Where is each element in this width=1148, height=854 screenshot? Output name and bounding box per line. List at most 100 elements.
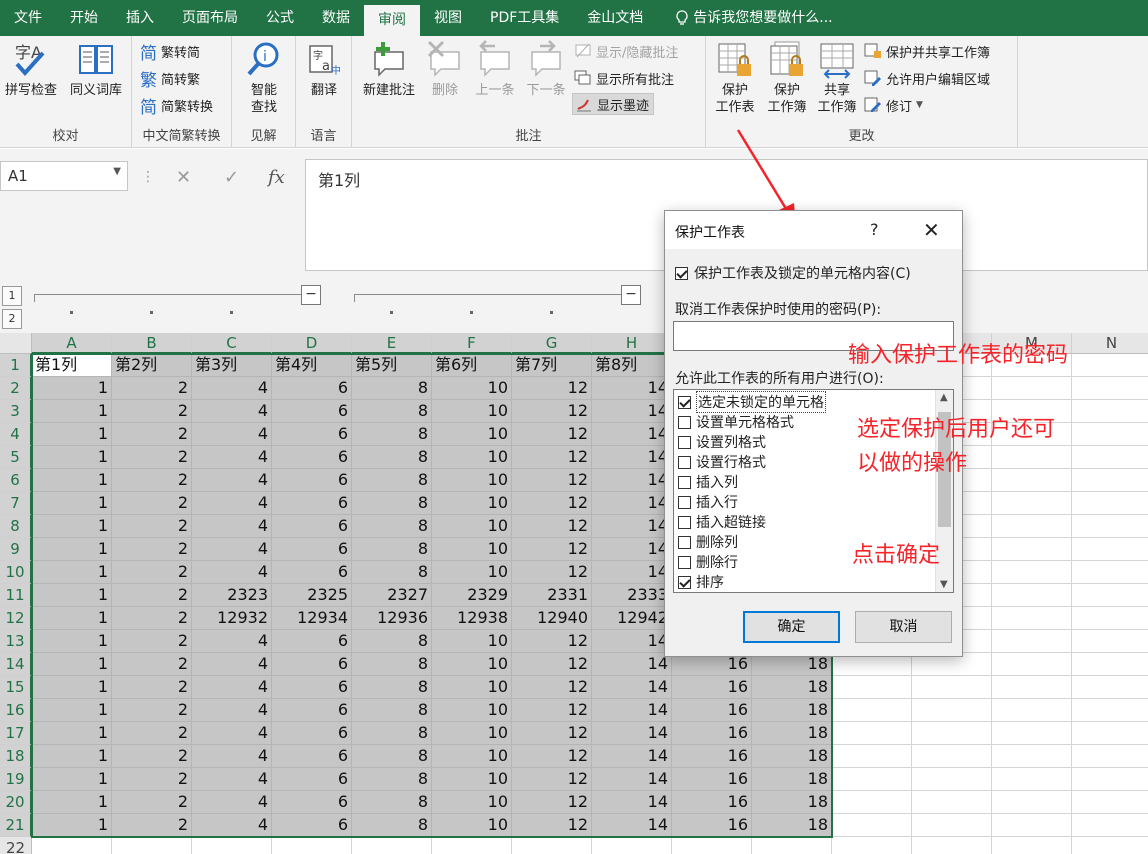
- cell-e21[interactable]: 8: [352, 814, 432, 837]
- cell-d4[interactable]: 6: [272, 423, 352, 446]
- track-changes-button[interactable]: 修订 ▼: [864, 94, 923, 116]
- cell-f13[interactable]: 10: [432, 630, 512, 653]
- new-comment-button[interactable]: 新建批注: [356, 40, 422, 99]
- cell-n9[interactable]: [1072, 538, 1148, 561]
- simp-to-trad-button[interactable]: 繁 简转繁: [140, 67, 200, 91]
- thesaurus-button[interactable]: 同义词库: [64, 40, 128, 99]
- cell-c10[interactable]: 4: [192, 561, 272, 584]
- cell-h14[interactable]: 14: [592, 653, 672, 676]
- outline-collapse-button-2[interactable]: −: [621, 285, 641, 305]
- cell-m12[interactable]: [992, 607, 1072, 630]
- cell-b19[interactable]: 2: [112, 768, 192, 791]
- row-header-17[interactable]: 17: [0, 722, 32, 745]
- cell-h2[interactable]: 14: [592, 377, 672, 400]
- cell-f2[interactable]: 10: [432, 377, 512, 400]
- checkbox-unchecked-icon[interactable]: [678, 515, 691, 529]
- checkbox-checked-icon[interactable]: [678, 575, 691, 589]
- cell-b2[interactable]: 2: [112, 377, 192, 400]
- permission-option[interactable]: 排序: [678, 572, 724, 592]
- cell-d18[interactable]: 6: [272, 745, 352, 768]
- outline-level-1-button[interactable]: 1: [2, 286, 22, 306]
- cell-a7[interactable]: 1: [32, 492, 112, 515]
- cell-g8[interactable]: 12: [512, 515, 592, 538]
- cell-f12[interactable]: 12938: [432, 607, 512, 630]
- cell-l15[interactable]: [912, 676, 992, 699]
- cell-g2[interactable]: 12: [512, 377, 592, 400]
- cell-d15[interactable]: 6: [272, 676, 352, 699]
- cell-h7[interactable]: 14: [592, 492, 672, 515]
- row-header-1[interactable]: 1: [0, 354, 32, 377]
- cell-n20[interactable]: [1072, 791, 1148, 814]
- cell-a17[interactable]: 1: [32, 722, 112, 745]
- cell-c2[interactable]: 4: [192, 377, 272, 400]
- tab-insert[interactable]: 插入: [112, 0, 168, 36]
- permission-option[interactable]: 插入超链接: [678, 512, 766, 532]
- column-header-n[interactable]: N: [1072, 333, 1148, 354]
- cell-g17[interactable]: 12: [512, 722, 592, 745]
- cell-n2[interactable]: [1072, 377, 1148, 400]
- close-button[interactable]: ✕: [923, 218, 940, 242]
- cell-e15[interactable]: 8: [352, 676, 432, 699]
- cell-b14[interactable]: 2: [112, 653, 192, 676]
- cell-m15[interactable]: [992, 676, 1072, 699]
- cell-a1[interactable]: 第1列: [32, 354, 112, 377]
- checkbox-unchecked-icon[interactable]: [678, 455, 691, 469]
- cell-d8[interactable]: 6: [272, 515, 352, 538]
- permission-option[interactable]: 设置单元格格式: [678, 412, 794, 432]
- cell-j19[interactable]: 18: [752, 768, 832, 791]
- cell-d16[interactable]: 6: [272, 699, 352, 722]
- cell-l17[interactable]: [912, 722, 992, 745]
- cell-e16[interactable]: 8: [352, 699, 432, 722]
- row-header-21[interactable]: 21: [0, 814, 32, 837]
- help-button[interactable]: ?: [870, 220, 879, 239]
- cell-a4[interactable]: 1: [32, 423, 112, 446]
- cell-i21[interactable]: 16: [672, 814, 752, 837]
- cell-b7[interactable]: 2: [112, 492, 192, 515]
- cell-k20[interactable]: [832, 791, 912, 814]
- cell-h13[interactable]: 14: [592, 630, 672, 653]
- cell-n5[interactable]: [1072, 446, 1148, 469]
- checkbox-checked-icon[interactable]: [675, 266, 688, 280]
- cell-c6[interactable]: 4: [192, 469, 272, 492]
- checkbox-unchecked-icon[interactable]: [678, 535, 691, 549]
- cell-l20[interactable]: [912, 791, 992, 814]
- row-header-13[interactable]: 13: [0, 630, 32, 653]
- tab-file[interactable]: 文件: [0, 0, 56, 36]
- share-workbook-button[interactable]: 共享 工作簿: [812, 40, 862, 116]
- cell-c17[interactable]: 4: [192, 722, 272, 745]
- cell-k21[interactable]: [832, 814, 912, 837]
- cell-e10[interactable]: 8: [352, 561, 432, 584]
- cell-e22[interactable]: [352, 837, 432, 854]
- cell-g3[interactable]: 12: [512, 400, 592, 423]
- cell-m8[interactable]: [992, 515, 1072, 538]
- show-hide-comment-button[interactable]: 显示/隐藏批注: [574, 40, 678, 62]
- cell-a13[interactable]: 1: [32, 630, 112, 653]
- cell-g15[interactable]: 12: [512, 676, 592, 699]
- row-header-15[interactable]: 15: [0, 676, 32, 699]
- cell-k22[interactable]: [832, 837, 912, 854]
- cell-d5[interactable]: 6: [272, 446, 352, 469]
- row-header-7[interactable]: 7: [0, 492, 32, 515]
- cell-h19[interactable]: 14: [592, 768, 672, 791]
- cell-d19[interactable]: 6: [272, 768, 352, 791]
- cell-b16[interactable]: 2: [112, 699, 192, 722]
- cell-d17[interactable]: 6: [272, 722, 352, 745]
- cell-g12[interactable]: 12940: [512, 607, 592, 630]
- cell-n10[interactable]: [1072, 561, 1148, 584]
- protect-workbook-button[interactable]: 保护 工作簿: [762, 40, 812, 116]
- row-header-2[interactable]: 2: [0, 377, 32, 400]
- tab-formulas[interactable]: 公式: [252, 0, 308, 36]
- cancel-button[interactable]: 取消: [855, 611, 952, 643]
- cell-d14[interactable]: 6: [272, 653, 352, 676]
- cell-h22[interactable]: [592, 837, 672, 854]
- cell-e5[interactable]: 8: [352, 446, 432, 469]
- cell-f3[interactable]: 10: [432, 400, 512, 423]
- cell-f6[interactable]: 10: [432, 469, 512, 492]
- cell-n3[interactable]: [1072, 400, 1148, 423]
- cell-b11[interactable]: 2: [112, 584, 192, 607]
- cell-d20[interactable]: 6: [272, 791, 352, 814]
- permission-option[interactable]: 设置列格式: [678, 432, 766, 452]
- cell-g10[interactable]: 12: [512, 561, 592, 584]
- allow-edit-ranges-button[interactable]: 允许用户编辑区域: [864, 67, 990, 89]
- cell-m13[interactable]: [992, 630, 1072, 653]
